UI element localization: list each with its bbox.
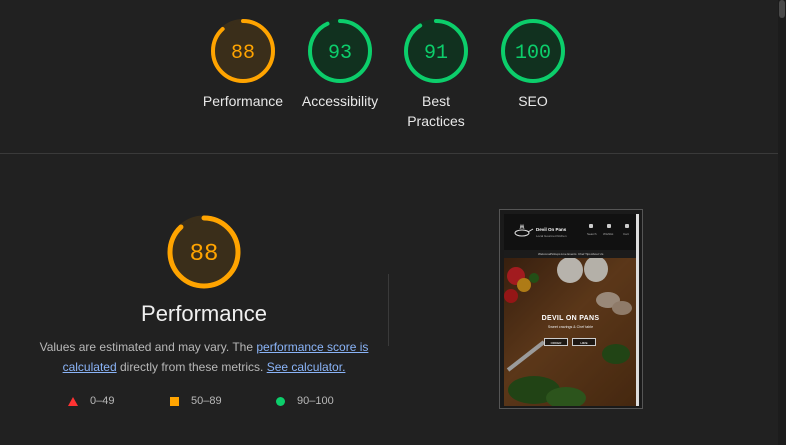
screenshot-page: Devil On Pans Local Gourmet Kitchen Sear… xyxy=(504,214,637,406)
gauge-seo[interactable]: 100 SEO xyxy=(483,18,583,111)
gauge-label: SEO xyxy=(518,93,548,109)
site-subtitle: Local Gourmet Kitchen xyxy=(536,234,567,238)
legend-pass: 90–100 xyxy=(276,395,334,407)
performance-gauge-large: 88 xyxy=(166,214,242,295)
gauge-performance[interactable]: 88 Performance xyxy=(193,18,293,111)
gauge-score: 100 xyxy=(515,42,551,65)
heart-icon xyxy=(607,224,611,228)
legend-range: 90–100 xyxy=(297,395,334,407)
search-icon xyxy=(589,224,593,228)
vertical-divider xyxy=(388,274,389,346)
gauge-score: 93 xyxy=(328,42,352,65)
gauge-ring: 100 xyxy=(501,19,565,83)
legend-range: 50–89 xyxy=(191,395,222,407)
gauge-ring: 91 xyxy=(404,19,468,83)
performance-ring: 88 xyxy=(167,215,241,289)
score-legend: 0–49 50–89 90–100 xyxy=(0,395,408,411)
nav-item: Live Events xyxy=(561,252,577,256)
legend-range: 0–49 xyxy=(90,395,115,407)
site-brand: Devil On Pans xyxy=(536,227,567,232)
screenshot-scrollbar xyxy=(636,214,639,406)
score-gauges: 88 Performance 93 Accessibility 91 Best P… xyxy=(0,18,786,148)
scrollbar-thumb[interactable] xyxy=(779,0,785,18)
circle-pass-icon xyxy=(276,396,285,406)
square-average-icon xyxy=(170,396,179,406)
final-screenshot[interactable]: Devil On Pans Local Gourmet Kitchen Sear… xyxy=(499,209,643,409)
performance-score: 88 xyxy=(190,241,219,268)
gauge-best-practices[interactable]: 91 Best Practices xyxy=(386,18,486,131)
legend-average: 50–89 xyxy=(170,395,222,407)
see-calculator-link[interactable]: See calculator. xyxy=(267,360,346,374)
section-divider xyxy=(0,153,778,154)
nav-item: About Us xyxy=(591,252,604,256)
gauge-score: 91 xyxy=(424,42,448,65)
icon-label: Wishlist xyxy=(603,232,614,236)
nav-item: Chef Tips xyxy=(578,252,591,256)
gauge-label: Performance xyxy=(202,93,284,109)
hero-tagline: Sweet cravings & Chef table xyxy=(547,325,594,329)
cart-icon xyxy=(625,224,629,228)
icon-label: Search xyxy=(587,232,597,236)
gauge-accessibility[interactable]: 93 Accessibility xyxy=(290,18,390,111)
gauge-ring: 93 xyxy=(308,19,372,83)
hero-image: DEVIL ON PANS Sweet cravings & Chef tabl… xyxy=(504,258,637,406)
performance-description: Values are estimated and may vary. The p… xyxy=(36,337,372,377)
hero-overlay xyxy=(504,258,637,406)
performance-heading: Performance xyxy=(141,301,267,326)
nav-item: Pickups xyxy=(550,252,561,256)
desc-text: directly from these metrics. xyxy=(116,360,267,374)
gauge-ring: 88 xyxy=(211,19,275,83)
hero-title: DEVIL ON PANS xyxy=(541,315,600,322)
site-nav: Welcome Pickups Live Events Chef Tips Ab… xyxy=(504,250,637,258)
triangle-fail-icon xyxy=(68,396,78,406)
pan-logo-icon xyxy=(514,223,534,237)
icon-label: Cart xyxy=(623,232,629,236)
gauge-label: Accessibility xyxy=(301,93,379,109)
hero-order-button: ORDER xyxy=(544,338,568,346)
desc-text: Values are estimated and may vary. The xyxy=(39,340,257,354)
gauge-label: Best Practices xyxy=(407,93,465,129)
site-header: Devil On Pans Local Gourmet Kitchen Sear… xyxy=(504,214,637,250)
legend-fail: 0–49 xyxy=(68,395,114,407)
gauge-score: 88 xyxy=(231,42,255,65)
nav-item: Welcome xyxy=(538,252,551,256)
hero-hire-button: HIRE xyxy=(572,338,596,346)
